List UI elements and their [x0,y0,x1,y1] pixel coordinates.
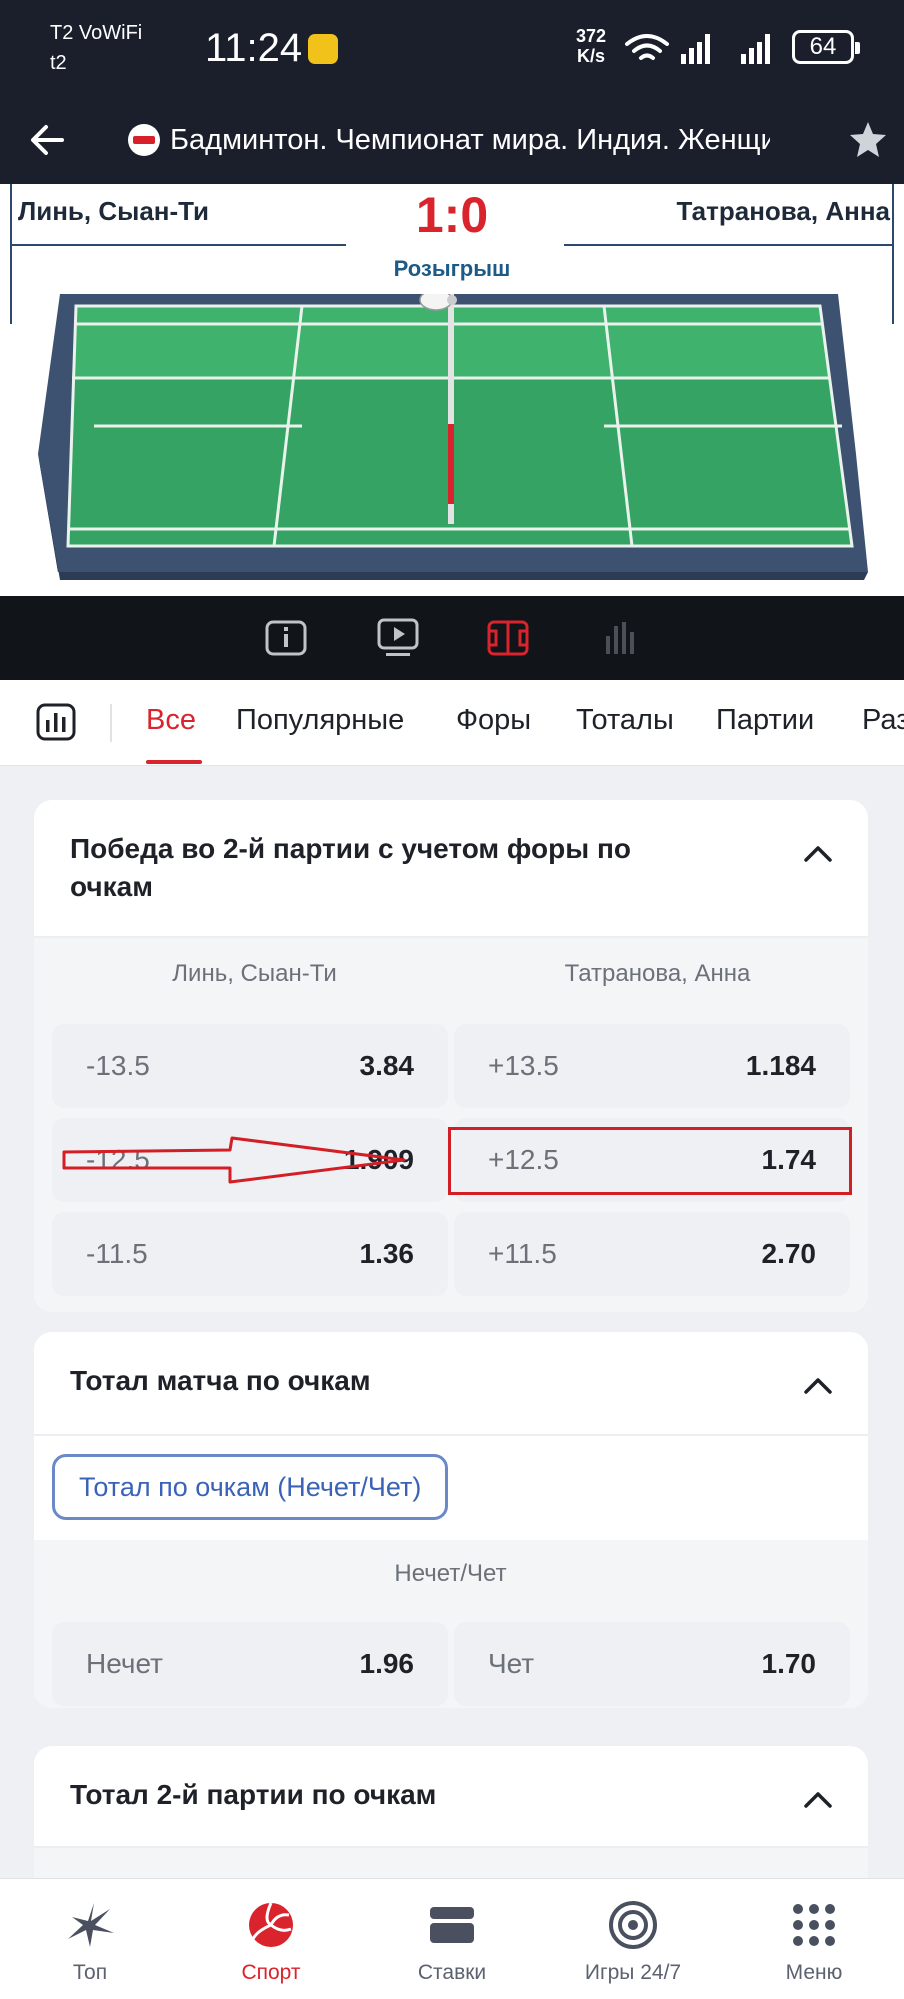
nav-games[interactable]: Игры 24/7 [543,1879,723,1999]
market-card-handicap: Победа во 2-й партии с учетом форы по оч… [34,800,868,1312]
nav-label: Топ [72,1961,108,1984]
odd-value: 1.184 [745,1050,816,1081]
carrier-label: T2 VoWiFi [50,22,143,44]
filter-chip-odd-even[interactable]: Тотал по очкам (Нечет/Чет) [52,1454,449,1520]
chevron-up-icon[interactable] [802,1790,834,1810]
odd-value: 2.70 [761,1238,817,1269]
signal-icon-1 [681,34,710,64]
tab-more[interactable]: Раз [862,704,904,737]
signal-icon-2 [741,34,770,64]
target-icon [609,1901,657,1949]
top-star-icon [68,1903,114,1947]
event-title: Бадминтон. Чемпионат мира. Индия. Женщи.… [170,124,770,156]
bets-ticket-icon [430,1907,474,1943]
odd-button[interactable]: Чет 1.70 [454,1622,850,1706]
nav-label: Спорт [241,1961,301,1984]
top-header: Бадминтон. Чемпионат мира. Индия. Женщи.… [0,100,904,184]
carrier-secondary-label: t2 [50,52,67,74]
tabs-separator [110,704,112,742]
column-header-odd-even: Нечет/Чет [394,1560,507,1587]
tab-sets[interactable]: Партии [716,704,814,737]
network-speed-value: 372 [576,26,607,46]
annotation-highlight-box [448,1127,852,1195]
odd-param: +13.5 [488,1050,559,1081]
market-title[interactable]: Тотал 2-й партии по очкам [70,1776,436,1814]
odd-param: Чет [488,1648,535,1679]
odd-button[interactable]: -11.5 1.36 [52,1212,448,1296]
stats-bars-icon[interactable] [598,616,642,660]
tab-all[interactable]: Все [146,704,196,737]
nav-label: Ставки [417,1961,487,1984]
tab-handicaps[interactable]: Форы [456,704,531,737]
nav-menu[interactable]: Меню [724,1879,904,1999]
menu-grid-icon [793,1904,835,1946]
nav-label: Меню [785,1961,843,1984]
nav-label: Игры 24/7 [584,1961,682,1984]
column-header-player2: Татранова, Анна [564,960,751,987]
active-tab-indicator [146,760,202,764]
nav-bets[interactable]: Ставки [362,1879,542,1999]
market-title-line2: очкам [70,871,153,902]
odd-value: 1.70 [761,1648,817,1679]
wifi-icon [625,34,669,60]
clock: 11:24 [205,26,303,70]
chevron-up-icon[interactable] [802,844,834,864]
nav-sport[interactable]: Спорт [181,1879,361,1999]
odd-button[interactable]: +13.5 1.184 [454,1024,850,1108]
wifi-signal-icons [625,34,770,64]
match-visualization: Линь, Сыан-Ти Татранова, Анна 1:0 Розыгр… [0,184,904,596]
odd-button[interactable]: Нечет 1.96 [52,1622,448,1706]
network-speed: 372 K/s [576,26,606,66]
market-title-line1: Победа во 2-й партии с учетом форы по [70,833,631,864]
annotation-arrow-icon [62,1136,406,1184]
nav-top[interactable]: Топ [0,1879,180,1999]
card-divider [34,936,868,938]
status-bar: T2 VoWiFi t2 11:24 372 K/s 64 [0,0,904,100]
card-divider [34,1434,868,1436]
scoreboard-line-right [564,244,894,246]
field-view-icon[interactable] [486,616,530,660]
chevron-up-icon[interactable] [802,1376,834,1396]
scoreboard-line-left [10,244,346,246]
tab-popular[interactable]: Популярные [236,704,404,737]
odd-param: +11.5 [488,1238,557,1269]
odd-button[interactable]: -13.5 3.84 [52,1024,448,1108]
back-arrow-icon[interactable] [26,118,70,162]
odd-param: -11.5 [86,1238,148,1269]
odd-value: 3.84 [359,1050,415,1081]
market-tabs: Все Популярные Форы Тоталы Партии Раз [0,680,904,766]
market-title[interactable]: Победа во 2-й партии с учетом форы по оч… [70,830,631,906]
odd-value: 1.96 [359,1648,415,1679]
badminton-sport-icon [128,124,160,156]
match-score: 1:0 [415,187,489,243]
match-status: Розыгрыш [393,256,511,281]
market-card-total: Тотал матча по очкам Тотал по очкам (Неч… [34,1332,868,1708]
market-title[interactable]: Тотал матча по очкам [70,1362,371,1400]
notification-app-icon [308,34,338,64]
bottom-navigation: Топ Спорт Ставки Игры 24/7 Меню [0,1878,904,1999]
net-post-bottom [448,424,454,504]
odd-value: 1.36 [359,1238,415,1269]
odd-param: -13.5 [86,1050,150,1081]
odd-button[interactable]: +11.5 2.70 [454,1212,850,1296]
badminton-court [38,294,868,580]
odd-param: Нечет [86,1648,163,1679]
video-icon[interactable] [376,616,420,660]
volleyball-icon [249,1902,293,1947]
favorite-star-icon[interactable] [846,118,890,162]
network-speed-unit: K/s [577,46,606,66]
visualization-controls [0,596,904,680]
column-header-player1: Линь, Сыан-Ти [172,960,337,987]
info-icon[interactable] [264,616,308,660]
tab-totals[interactable]: Тоталы [576,704,674,737]
statistics-icon[interactable] [36,702,76,742]
battery-icon: 64 [792,30,860,64]
